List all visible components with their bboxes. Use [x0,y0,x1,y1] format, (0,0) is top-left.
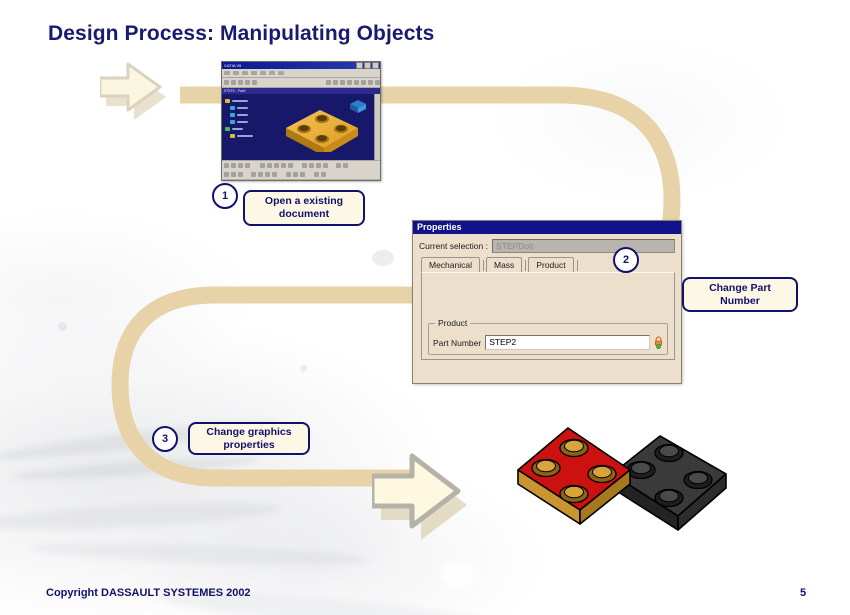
callout-step-2-text: Change Part Number [709,282,771,308]
current-selection-label: Current selection : [419,241,488,251]
background-ridge [0,497,281,535]
tree-item[interactable] [225,132,253,139]
callout-step-3-text: Change graphics properties [206,426,291,452]
slide-canvas: Design Process: Manipulating Objects CAT… [0,0,850,615]
tree-item[interactable] [225,104,253,111]
catia-menu-bar[interactable] [222,69,380,78]
properties-dialog-title-bar: Properties [413,221,681,234]
footer-page-number: 5 [800,587,807,599]
arrow-right-icon [98,62,166,120]
tab-product[interactable]: Product [528,257,574,272]
tree-item[interactable] [225,118,253,125]
step-badge-1: 1 [212,183,238,209]
part-number-input[interactable]: STEP2 [485,335,650,350]
catia-status-text: Selected object [222,180,380,181]
tree-item[interactable] [225,111,253,118]
callout-step-3: Change graphics properties [188,422,310,455]
footer-copyright: Copyright DASSAULT SYSTEMES 2002 [46,587,251,599]
background-speck [58,322,67,331]
tree-item[interactable] [225,97,253,104]
callout-step-1: Open a existing document [243,190,365,226]
catia-compass-icon [350,100,366,113]
arrow-right-icon [369,453,467,540]
part-number-row: Part Number STEP2 [433,335,663,350]
catia-toolbar-top[interactable] [222,78,380,88]
callout-step-2-line1: Change Part [709,281,771,294]
tab-separator [483,260,484,271]
catia-toolbar-bottom-1[interactable] [222,160,380,170]
arrow-bottom-wrapper [369,452,482,560]
properties-dialog[interactable]: Properties Current selection : STEPDolt … [412,220,682,384]
catia-specification-tree[interactable] [225,97,253,139]
catia-3d-viewport[interactable] [222,94,380,160]
catia-status-bar: Selected object [222,179,380,181]
part-number-label: Part Number [433,337,482,348]
tab-mass[interactable]: Mass [486,257,523,272]
arrow-top-left-wrapper [98,62,178,138]
current-selection-row: Current selection : STEPDolt [419,239,681,253]
catia-title-text: CATIA V5 [224,63,242,68]
background-speck [440,562,474,588]
lock-icon[interactable] [654,336,663,349]
properties-tab-panel: Product Part Number STEP2 [421,272,675,360]
catia-toolbar-bottom-2[interactable] [222,170,380,179]
callout-step-3-line2: properties [223,438,275,451]
catia-viewport-scrollbar[interactable] [374,94,380,160]
result-parts-3d-models [517,427,727,531]
catia-document-title: STEP2 - Part1 [224,89,246,93]
callout-step-2: Change Part Number [682,277,798,312]
callout-step-2-line2: Number [720,294,760,307]
step-badge-3: 3 [152,426,178,452]
background-speck [300,365,307,372]
product-group-box: Product Part Number STEP2 [428,318,668,355]
callout-step-1-line1: Open a existing [264,195,344,207]
current-selection-field: STEPDolt [491,239,675,253]
tab-separator [576,260,578,271]
background-ridge [9,453,261,484]
catia-window-buttons[interactable] [356,62,379,69]
page-title: Design Process: Manipulating Objects [48,22,435,45]
background-ridge [29,539,371,569]
callout-step-1-line2: document [278,208,330,220]
callout-step-1-text: Open a existing document [265,195,343,221]
properties-tab-strip[interactable]: Mechanical Mass Product [421,257,681,272]
tab-separator [525,260,527,271]
catia-application-window: CATIA V5 STEP2 - Part1 [221,61,381,181]
tree-item[interactable] [225,125,253,132]
product-group-title: Product [435,318,471,328]
red-part-model [517,427,631,525]
catia-title-bar: CATIA V5 [222,62,380,69]
tab-mechanical[interactable]: Mechanical [421,257,480,272]
step-badge-2: 2 [613,247,639,273]
background-speck [372,250,394,266]
callout-step-3-line1: Change graphics [206,425,292,438]
